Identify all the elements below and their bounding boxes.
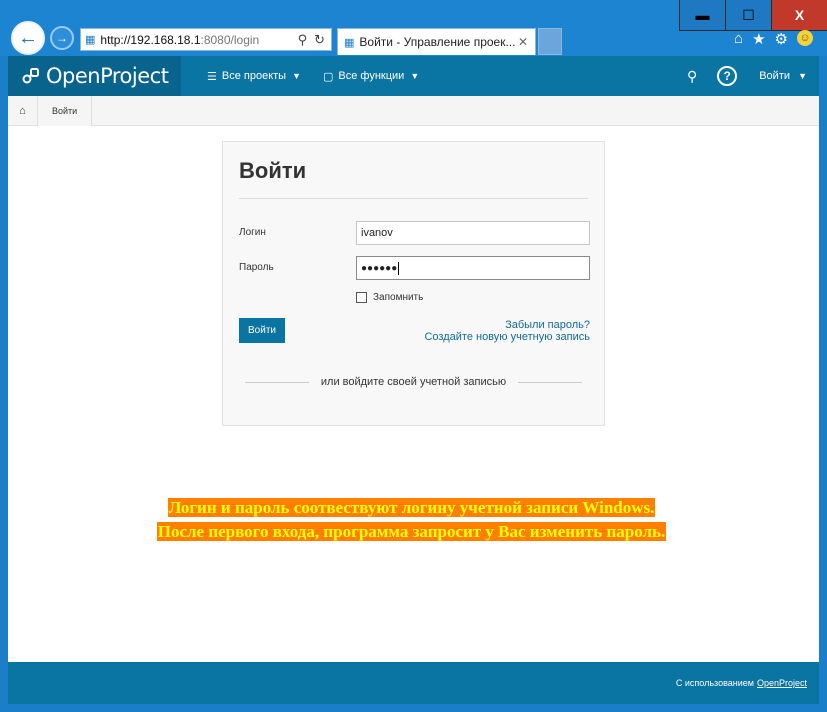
menu-all-projects-label: Все проекты	[221, 70, 287, 82]
login-input-value: ivanov	[361, 227, 393, 239]
chevron-down-icon: ▼	[410, 71, 420, 81]
openproject-logo-icon	[22, 68, 39, 84]
chevron-down-icon: ▼	[292, 71, 301, 81]
alternative-login: или войдите своей учетной записью	[245, 376, 582, 388]
password-input[interactable]: ●●●●●●	[356, 256, 590, 280]
search-icon[interactable]: ⚲	[687, 68, 697, 85]
web-page: OpenProject ☰ Все проекты ▼ ▢ Все функци…	[8, 56, 819, 704]
menu-all-modules[interactable]: ▢ Все функции ▼	[323, 70, 419, 83]
menu-all-projects[interactable]: ☰ Все проекты ▼	[207, 70, 301, 83]
forgot-password-link[interactable]: Забыли пароль?	[424, 319, 590, 331]
logo[interactable]: OpenProject	[8, 56, 181, 96]
footer-text: С использованием	[675, 678, 754, 688]
notice-line-1: Логин и пароль соотвествуют логину учетн…	[167, 498, 656, 517]
login-button[interactable]: Войти	[239, 318, 285, 343]
close-button[interactable]: X	[771, 0, 827, 31]
home-icon[interactable]: ⌂	[8, 95, 38, 126]
page-icon: ▦	[344, 36, 355, 49]
back-arrow-icon[interactable]: ←	[11, 21, 45, 55]
minimize-button[interactable]: ▬	[679, 0, 725, 31]
close-icon[interactable]: ✕	[518, 35, 528, 49]
login-input[interactable]: ivanov	[356, 221, 590, 245]
logo-text: OpenProject	[46, 64, 169, 88]
instruction-notice: Логин и пароль соотвествуют логину учетн…	[98, 496, 725, 544]
notice-line-2: После первого входа, программа запросит …	[156, 522, 667, 541]
home-icon[interactable]: ⌂	[734, 30, 743, 48]
divider	[245, 381, 309, 383]
breadcrumb: ⌂ Войти	[8, 95, 819, 126]
divider	[239, 198, 588, 199]
footer: С использованием OpenProject	[8, 662, 819, 704]
breadcrumb-item: Войти	[38, 95, 93, 126]
address-path: :8080/login	[200, 32, 260, 47]
forward-arrow-icon[interactable]: →	[50, 26, 74, 50]
login-form: Войти Логин ivanov Пароль ●●●●●● Запомни…	[222, 141, 605, 426]
footer-link[interactable]: OpenProject	[757, 678, 807, 688]
cube-icon: ▢	[323, 70, 334, 83]
browser-tab[interactable]: ▦ Войти - Управление проек... ✕	[337, 28, 536, 55]
layers-icon: ☰	[207, 70, 217, 83]
star-icon[interactable]: ★	[752, 30, 765, 48]
new-tab-button[interactable]	[538, 28, 562, 55]
app-header: OpenProject ☰ Все проекты ▼ ▢ Все функци…	[8, 56, 819, 96]
sign-in-menu[interactable]: Войти ▼	[759, 70, 807, 82]
page-icon: ▦	[85, 34, 96, 46]
remember-me[interactable]: Запомнить	[356, 292, 423, 303]
alternative-login-text: или войдите своей учетной записью	[320, 376, 507, 388]
menu-all-modules-label: Все функции	[338, 70, 405, 82]
gear-icon[interactable]: ⚙	[775, 30, 788, 48]
help-icon[interactable]: ?	[717, 66, 738, 86]
chevron-down-icon: ▼	[798, 71, 807, 81]
maximize-button[interactable]: ☐	[725, 0, 771, 31]
page-title: Войти	[239, 158, 307, 183]
header-actions: ⚲ ? Войти ▼	[687, 56, 807, 96]
search-icon[interactable]: ⚲	[298, 32, 308, 48]
password-input-value: ●●●●●●	[361, 262, 398, 274]
account-links: Забыли пароль? Создайте новую учетную за…	[424, 319, 590, 343]
divider	[518, 381, 582, 383]
sign-in-menu-label: Войти	[759, 70, 791, 82]
remember-checkbox[interactable]	[356, 292, 367, 303]
text-cursor	[398, 261, 400, 275]
remember-label: Запомнить	[373, 292, 424, 303]
smiley-icon[interactable]: ☺	[797, 30, 813, 46]
address-host: http://192.168.18.1	[100, 32, 201, 47]
refresh-icon[interactable]: ↻	[314, 32, 325, 48]
browser-chrome: ▬ ☐ X ← → ▦ http://192.168.18.1:8080/log…	[0, 0, 827, 56]
login-label: Логин	[239, 227, 266, 238]
address-bar[interactable]: ▦ http://192.168.18.1:8080/login ⚲ ↻	[80, 28, 332, 51]
tab-title: Войти - Управление проек...	[359, 35, 516, 49]
window-controls: ▬ ☐ X	[679, 0, 827, 31]
password-label: Пароль	[239, 262, 274, 273]
browser-tools: ⌂ ★ ⚙ ☺	[734, 30, 813, 48]
register-link[interactable]: Создайте новую учетную запись	[424, 331, 590, 343]
